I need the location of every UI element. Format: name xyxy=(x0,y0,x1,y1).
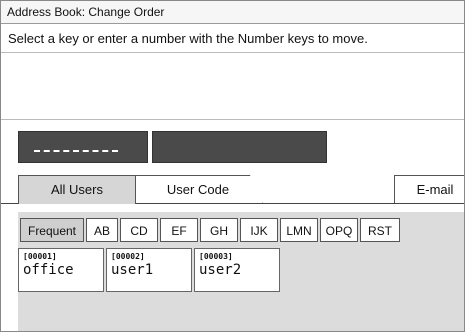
tab-user-code[interactable]: User Code xyxy=(133,175,263,204)
address-entry-user1[interactable]: [00002] user1 xyxy=(106,248,192,292)
entry-registration-number: [00001] xyxy=(23,252,57,261)
tab-bar: All Users User Code E-mail xyxy=(1,169,464,205)
key-cd[interactable]: CD xyxy=(120,218,158,242)
tab-email[interactable]: E-mail xyxy=(394,175,464,204)
key-lmn[interactable]: LMN xyxy=(280,218,318,242)
address-list-area: Frequent AB CD EF GH IJK LMN OPQ RST [00… xyxy=(18,212,464,331)
key-ab[interactable]: AB xyxy=(86,218,118,242)
tab-all-users[interactable]: All Users xyxy=(18,175,136,204)
divider xyxy=(1,119,464,120)
address-entry-user2[interactable]: [00003] user2 xyxy=(194,248,280,292)
divider xyxy=(1,52,464,53)
key-ijk[interactable]: IJK xyxy=(240,218,278,242)
key-ef[interactable]: EF xyxy=(160,218,198,242)
entry-registration-number: [00002] xyxy=(111,252,145,261)
index-key-bar: Frequent AB CD EF GH IJK LMN OPQ RST xyxy=(18,212,464,242)
key-rst[interactable]: RST xyxy=(360,218,400,242)
address-entry-office[interactable]: [00001] office xyxy=(18,248,104,292)
key-gh[interactable]: GH xyxy=(200,218,238,242)
entry-placeholder-dashes xyxy=(34,150,118,152)
entry-name: user1 xyxy=(111,262,154,278)
window-title: Address Book: Change Order xyxy=(1,1,464,24)
selected-entry-display xyxy=(152,131,327,163)
number-entry-field[interactable] xyxy=(18,131,148,163)
entry-name: user2 xyxy=(199,262,242,278)
address-book-panel: Address Book: Change Order Select a key … xyxy=(0,0,465,332)
entry-registration-number: [00003] xyxy=(199,252,233,261)
address-entries: [00001] office [00002] user1 [00003] use… xyxy=(18,248,464,292)
key-frequent[interactable]: Frequent xyxy=(20,218,84,242)
key-opq[interactable]: OPQ xyxy=(320,218,358,242)
entry-name: office xyxy=(23,262,74,278)
instruction-text: Select a key or enter a number with the … xyxy=(8,31,368,46)
